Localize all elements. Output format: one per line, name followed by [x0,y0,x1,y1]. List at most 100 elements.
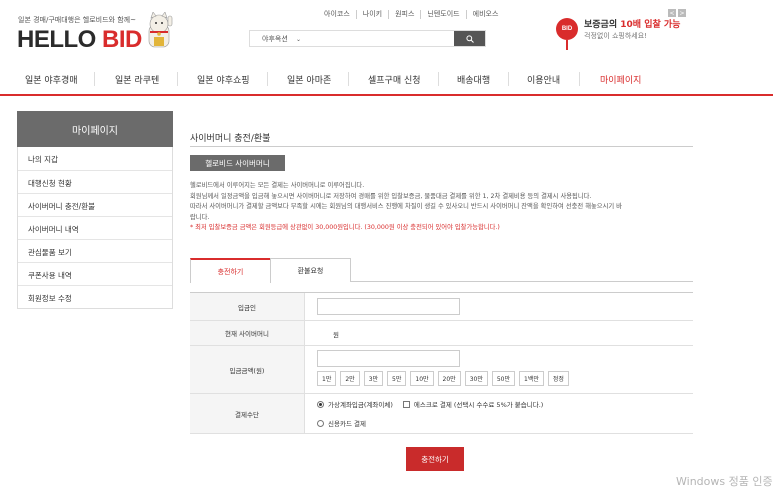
windows-activation-watermark: Windows 정품 인증 [676,475,773,487]
amount-button[interactable]: 2만 [340,371,360,386]
description-line: 헬로비드에서 이루어지는 모든 결제는 사이버머니로 이루어집니다. [190,182,365,189]
search-category-value: 야후옥션 [262,35,288,43]
sidebar-item-wallet[interactable]: 나의 지갑 [18,147,172,170]
promo-title: 보증금의 10배 입찰 가능 [584,17,680,30]
payment-cell: 가상계좌입금(계좌이체) 에스크로 결제 (선택시 수수료 5%가 붙습니다.)… [305,394,693,433]
tab-charge[interactable]: 충전하기 [190,258,271,283]
sidebar-title: 마이페이지 [17,111,173,147]
amount-button[interactable]: 30만 [464,371,488,386]
checkbox-escrow[interactable] [402,400,410,408]
sidebar-item-charge-refund[interactable]: 사이버머니 충전/환불 [18,193,172,216]
top-link[interactable]: 닌텐도이드 [421,10,467,19]
logo[interactable]: HELLO BID [17,26,142,54]
nav-item[interactable]: 일본 아마존 [287,73,331,86]
top-link[interactable]: 아이코스 [318,10,357,19]
current-balance-cell: 원 [305,321,693,345]
sidebar: 나의 지갑 대행신청 현황 사이버머니 충전/환불 사이버머니 내역 관심물품 … [17,147,173,309]
nav-item-mypage[interactable]: 마이페이지 [600,73,641,86]
promo-pager: < > [668,9,686,17]
promo-prefix: 보증금의 [584,20,621,30]
tab-bar: 충전하기 환불요청 [190,258,693,283]
nav-item[interactable]: 이용안내 [527,73,560,86]
radio-selected-dot [319,402,322,406]
sidebar-item-profile[interactable]: 회원정보 수정 [18,285,172,308]
pager-next-button[interactable]: > [678,9,686,17]
nav-divider [267,72,268,86]
nav-item[interactable]: 셀프구매 신청 [368,73,421,86]
sidebar-item-requests[interactable]: 대행신청 현황 [18,170,172,193]
amount-cell: 1만 2만 3만 5만 10만 20만 30만 50만 1백만 정정 [305,346,693,393]
charge-submit-button[interactable]: 충전하기 [406,447,464,471]
amount-button[interactable]: 50만 [491,371,515,386]
promo-highlight: 10배 입찰 가능 [620,20,681,30]
checkbox-escrow-label: 에스크로 결제 (선택시 수수료 5%가 붙습니다.) [413,401,544,409]
description-line: 회원님께서 일정금액을 입금해 놓으시면 사이버머니로 저장하여 경매를 위한 … [190,192,592,200]
current-balance-unit: 원 [333,331,339,339]
amount-button[interactable]: 10만 [410,371,434,386]
depositor-input[interactable] [317,298,460,315]
payment-label: 결제수단 [190,394,305,433]
search-category-select[interactable]: 야후옥션 ⌄ [250,31,454,46]
amount-row: 입금금액(원) 1만 2만 3만 5만 10만 20만 30만 50만 1백만 … [190,346,693,394]
top-link[interactable]: 나이키 [357,10,390,19]
badge-stick [566,40,568,50]
radio-virtual-account[interactable] [317,400,324,408]
top-links: 아이코스 나이키 원피스 닌텐도이드 에비오스 [318,10,504,19]
nav-divider [177,72,178,86]
promo-subtitle: 걱정없이 쇼핑하세요! [584,32,647,40]
pager-prev-button[interactable]: < [668,9,676,17]
logo-text-bid: BID [102,26,142,53]
top-link[interactable]: 에비오스 [467,10,505,19]
chevron-down-icon: ⌄ [296,36,302,43]
title-divider [190,146,693,147]
nav-divider [579,72,580,86]
nav-divider [348,72,349,86]
description: 헬로비드에서 이루어지는 모든 결제는 사이버머니로 이루어집니다. 회원님께서… [190,181,700,234]
search-button[interactable] [454,31,485,46]
payment-card-line: 신용카드 결제 [317,418,366,428]
nav-item[interactable]: 배송대행 [457,73,490,86]
current-balance-row: 현재 사이버머니 원 [190,321,693,346]
sidebar-item-watchlist[interactable]: 관심물품 보기 [18,239,172,262]
sidebar-item-history[interactable]: 사이버머니 내역 [18,216,172,239]
top-link[interactable]: 원피스 [389,10,422,19]
depositor-row: 입금인 [190,293,693,321]
lucky-cat-icon [148,12,173,48]
header: 일본 경매/구매대행은 헬로비드와 함께~ HELLO BID 아이코스 나이키… [0,0,773,62]
nav-divider [438,72,439,86]
tab-refund[interactable]: 환불요청 [270,258,351,282]
sidebar-item-coupons[interactable]: 쿠폰사용 내역 [18,262,172,285]
description-line: 랍니다. [190,213,210,221]
page-title: 사이버머니 충전/환불 [190,134,271,144]
amount-quick-buttons: 1만 2만 3만 5만 10만 20만 30만 50만 1백만 정정 [317,371,569,386]
amount-reset-button[interactable]: 정정 [547,371,569,386]
amount-label: 입금금액(원) [190,346,305,393]
amount-button[interactable]: 1만 [317,371,337,386]
charge-form: 입금인 현재 사이버머니 원 입금금액(원) 1만 2만 3만 5만 10만 2… [190,292,693,434]
search-icon [465,34,474,43]
section-label: 헬로비드 사이버머니 [190,155,285,171]
search-bar: 야후옥션 ⌄ [249,30,486,47]
minimum-deposit-notice: * 최저 입찰보증금 금액은 회원등급에 상관없이 30,000원입니다. (3… [190,224,500,231]
amount-button[interactable]: 1백만 [519,371,544,386]
amount-button[interactable]: 5만 [387,371,407,386]
current-balance-label: 현재 사이버머니 [190,321,305,345]
tagline: 일본 경매/구매대행은 헬로비드와 함께~ [18,16,136,24]
radio-credit-card-label: 신용카드 결제 [328,420,366,428]
payment-options-line: 가상계좌입금(계좌이체) 에스크로 결제 (선택시 수수료 5%가 붙습니다.) [317,399,543,409]
nav-divider [94,72,95,86]
main-nav: 일본 야후경매 일본 라쿠텐 일본 야후쇼핑 일본 아마존 셀프구매 신청 배송… [0,62,773,96]
amount-button[interactable]: 20만 [437,371,461,386]
nav-divider [508,72,509,86]
nav-item[interactable]: 일본 야후경매 [25,73,78,86]
radio-credit-card[interactable] [317,419,324,427]
radio-virtual-account-label: 가상계좌입금(계좌이체) [328,401,393,409]
nav-item[interactable]: 일본 야후쇼핑 [197,73,250,86]
bid-badge: BID [556,18,578,40]
depositor-cell [305,293,693,320]
amount-button[interactable]: 3만 [363,371,384,386]
payment-row: 결제수단 가상계좌입금(계좌이체) 에스크로 결제 (선택시 수수료 5%가 붙… [190,394,693,434]
nav-item[interactable]: 일본 라쿠텐 [115,73,159,86]
depositor-label: 입금인 [190,293,305,320]
amount-input[interactable] [317,350,460,367]
